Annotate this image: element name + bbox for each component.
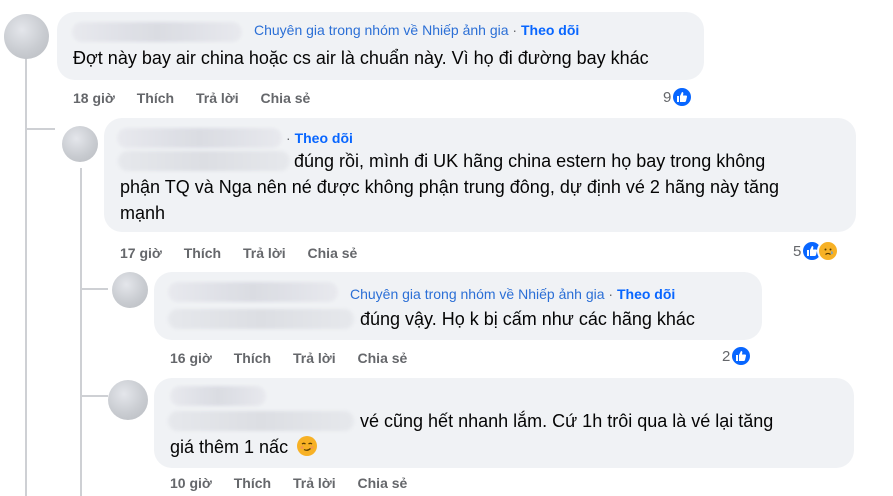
- comment-text: vé cũng hết nhanh lắm. Cứ 1h trôi qua là…: [360, 411, 774, 431]
- comment-text-line: giá thêm 1 nấc: [170, 437, 289, 457]
- share-button[interactable]: Chia sẻ: [358, 350, 408, 366]
- blurred-mention: [118, 151, 290, 171]
- avatar[interactable]: [4, 14, 49, 59]
- avatar[interactable]: [108, 380, 148, 420]
- reaction-summary[interactable]: 2: [722, 345, 753, 367]
- expert-badge[interactable]: Chuyên gia trong nhóm về Nhiếp ảnh gia: [350, 286, 605, 302]
- reaction-count: 2: [722, 347, 731, 365]
- thread-line: [25, 58, 27, 496]
- reply-button[interactable]: Trả lời: [293, 350, 336, 366]
- comment-meta: · Theo dõi: [286, 130, 353, 146]
- reaction-count: 9: [663, 88, 672, 106]
- avatar[interactable]: [112, 272, 148, 308]
- comment-actions: 10 giờ Thích Trả lời Chia sẻ: [170, 475, 425, 491]
- like-button[interactable]: Thích: [184, 245, 221, 261]
- blurred-mention: [168, 411, 354, 431]
- thread-connector: [80, 288, 108, 290]
- comment-text: Đợt này bay air china hoặc cs air là chu…: [73, 48, 649, 68]
- like-icon: [671, 86, 694, 108]
- comment-text: đúng vậy. Họ k bị cấm như các hãng khác: [360, 309, 695, 329]
- expert-badge[interactable]: Chuyên gia trong nhóm về Nhiếp ảnh gia: [254, 22, 509, 38]
- follow-link[interactable]: Theo dõi: [295, 130, 353, 146]
- follow-link[interactable]: Theo dõi: [617, 286, 675, 302]
- reaction-summary[interactable]: 9: [663, 86, 694, 108]
- like-button[interactable]: Thích: [234, 475, 271, 491]
- comment-meta: Chuyên gia trong nhóm về Nhiếp ảnh gia ·…: [350, 286, 675, 302]
- thread-connector: [80, 395, 108, 397]
- reply-button[interactable]: Trả lời: [293, 475, 336, 491]
- like-button[interactable]: Thích: [234, 350, 271, 366]
- separator: ·: [286, 130, 291, 146]
- timestamp[interactable]: 10 giờ: [170, 475, 212, 491]
- sad-icon: [817, 240, 840, 262]
- smirk-face-icon: [297, 436, 318, 456]
- thread-line: [80, 168, 82, 496]
- share-button[interactable]: Chia sẻ: [358, 475, 408, 491]
- like-button[interactable]: Thích: [137, 90, 174, 106]
- comment-text: phận TQ và Nga nên né được không phận tr…: [120, 177, 780, 197]
- comment-text: giá thêm 1 nấc: [170, 434, 318, 460]
- author-name[interactable]: [168, 282, 338, 302]
- reply-button[interactable]: Trả lời: [196, 90, 239, 106]
- separator: ·: [512, 22, 518, 38]
- reaction-summary[interactable]: 5: [793, 240, 840, 262]
- comment-meta: Chuyên gia trong nhóm về Nhiếp ảnh gia ·…: [254, 22, 579, 38]
- timestamp[interactable]: 17 giờ: [120, 245, 162, 261]
- author-name[interactable]: [117, 128, 282, 148]
- thread-connector: [25, 128, 55, 130]
- comment-actions: 16 giờ Thích Trả lời Chia sẻ: [170, 350, 425, 366]
- comment-text: mạnh: [120, 203, 166, 223]
- author-name[interactable]: [170, 386, 266, 406]
- reaction-count: 5: [793, 242, 802, 260]
- follow-link[interactable]: Theo dõi: [521, 22, 579, 38]
- timestamp[interactable]: 16 giờ: [170, 350, 212, 366]
- share-button[interactable]: Chia sẻ: [308, 245, 358, 261]
- reply-button[interactable]: Trả lời: [243, 245, 286, 261]
- author-name[interactable]: [72, 22, 242, 42]
- avatar[interactable]: [62, 126, 98, 162]
- like-icon: [730, 345, 753, 367]
- timestamp[interactable]: 18 giờ: [73, 90, 115, 106]
- blurred-mention: [168, 309, 354, 329]
- comment-actions: 17 giờ Thích Trả lời Chia sẻ: [120, 245, 375, 261]
- comment-actions: 18 giờ Thích Trả lời Chia sẻ: [73, 90, 328, 106]
- separator: ·: [608, 286, 614, 302]
- share-button[interactable]: Chia sẻ: [261, 90, 311, 106]
- comment-text: đúng rồi, mình đi UK hãng china estern h…: [294, 151, 766, 171]
